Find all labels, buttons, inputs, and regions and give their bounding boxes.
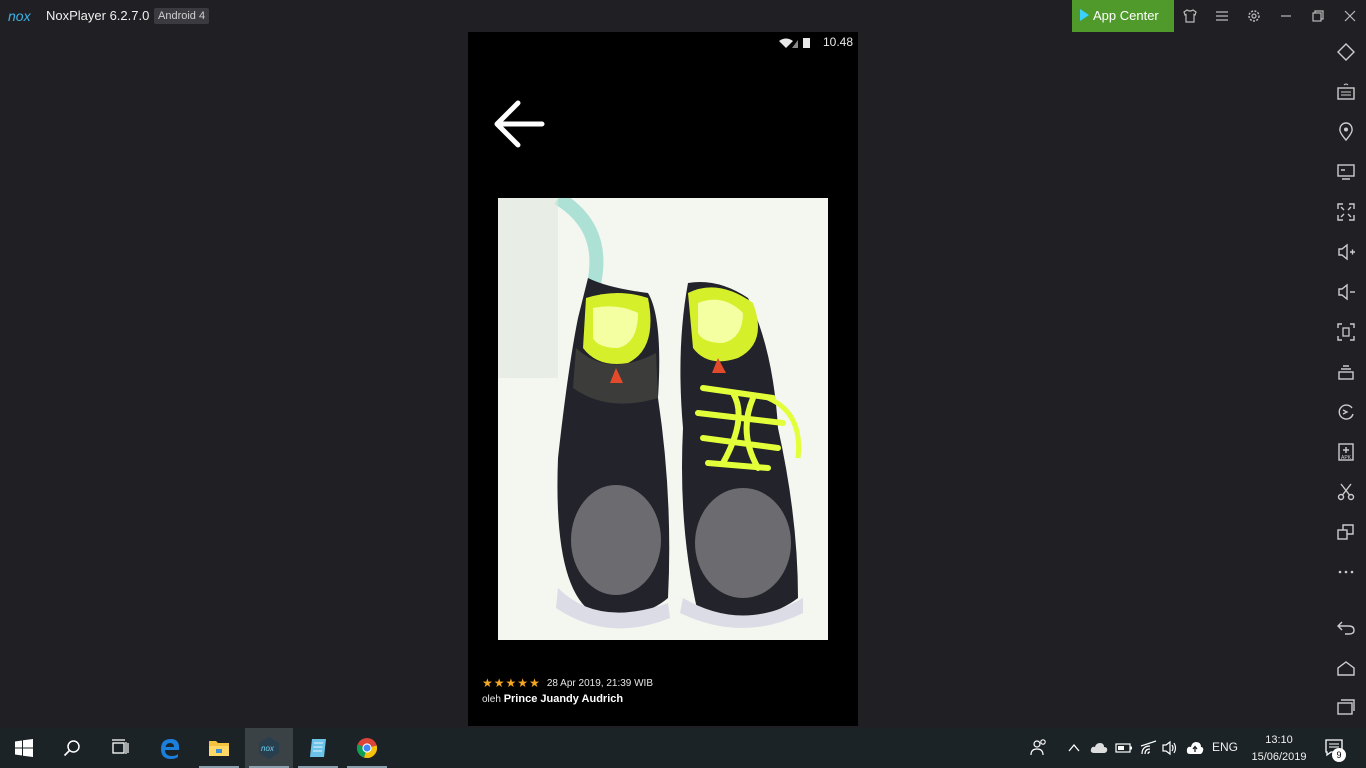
cloud-upload-icon[interactable] — [1186, 740, 1204, 756]
cut-icon[interactable] — [1336, 482, 1356, 502]
app-title: NoxPlayer 6.2.7.0 — [46, 8, 150, 23]
menu-icon[interactable] — [1212, 6, 1232, 26]
volume-up-icon[interactable] — [1336, 242, 1356, 262]
clock-time: 13:10 — [1265, 734, 1293, 746]
sneakers-image — [498, 198, 828, 640]
svg-text:APK: APK — [1341, 455, 1352, 461]
status-time: 10.48 — [822, 35, 853, 49]
more-icon[interactable] — [1336, 562, 1356, 582]
android-version-badge: Android 4 — [154, 8, 210, 24]
svg-text:nox: nox — [261, 744, 275, 753]
nox-icon: nox — [259, 737, 279, 759]
multi-instance-icon[interactable] — [1336, 362, 1356, 382]
battery-icon[interactable] — [1115, 741, 1133, 755]
nox-sidebar: APK — [1326, 32, 1366, 726]
nox-taskbar-button[interactable]: nox — [245, 728, 293, 768]
chevron-up-icon[interactable] — [1067, 741, 1081, 755]
android-screen[interactable]: 10.48 ★ ★ ★ ★ ★ 28 Apr 2019, 21:39 WIB o… — [468, 32, 858, 726]
star-icon: ★ — [505, 676, 517, 690]
status-icons — [778, 36, 818, 54]
wifi-signal-battery-icon — [779, 38, 810, 48]
file-explorer-button[interactable] — [195, 728, 243, 768]
review-author-line: oleh Prince Juandy Audrich — [482, 693, 623, 705]
clock-date: 15/06/2019 — [1251, 751, 1307, 763]
windows-taskbar: nox ENG 13:10 15/06/2019 — [0, 728, 1366, 768]
notification-count-badge: 9 — [1332, 748, 1346, 762]
app-center-label: App Center — [1093, 8, 1159, 23]
app-center-button[interactable]: App Center — [1072, 0, 1174, 32]
play-store-icon — [1080, 9, 1089, 21]
close-icon[interactable] — [1340, 6, 1360, 26]
sync-icon[interactable] — [1336, 402, 1356, 422]
notes-icon — [310, 739, 326, 757]
star-icon: ★ — [493, 676, 505, 690]
multi-window-icon[interactable] — [1336, 522, 1356, 542]
review-by-prefix: oleh — [482, 694, 501, 705]
title-bar: nox NoxPlayer 6.2.7.0 Android 4 App Cent… — [0, 0, 1366, 32]
file-explorer-icon — [209, 741, 229, 756]
search-icon — [63, 740, 80, 757]
home-icon[interactable] — [1336, 658, 1356, 678]
review-meta: ★ ★ ★ ★ ★ 28 Apr 2019, 21:39 WIB — [482, 676, 653, 690]
star-icon: ★ — [517, 676, 529, 690]
windows-start-icon — [15, 739, 33, 757]
minimize-icon[interactable] — [1276, 6, 1296, 26]
task-view-icon — [112, 739, 129, 754]
clock[interactable]: 13:10 15/06/2019 — [1248, 732, 1310, 766]
back-arrow-icon[interactable] — [490, 95, 550, 155]
recents-icon[interactable] — [1336, 697, 1356, 717]
screenshot-icon[interactable] — [1336, 322, 1356, 342]
location-icon[interactable] — [1336, 122, 1356, 142]
review-photo[interactable] — [498, 198, 828, 640]
star-icon: ★ — [482, 676, 493, 690]
nox-logo-icon: nox — [8, 8, 32, 24]
svg-text:nox: nox — [8, 8, 32, 24]
review-author: Prince Juandy Audrich — [503, 693, 624, 705]
wifi-icon[interactable] — [1140, 740, 1158, 756]
restore-icon[interactable] — [1308, 6, 1328, 26]
people-icon[interactable] — [1030, 738, 1048, 756]
keyboard-icon[interactable] — [1336, 82, 1356, 102]
screen-icon[interactable] — [1336, 162, 1356, 182]
settings-icon[interactable] — [1244, 6, 1264, 26]
edge-icon — [161, 739, 180, 759]
star-icon: ★ — [529, 676, 540, 690]
onedrive-icon[interactable] — [1090, 741, 1108, 755]
rotate-icon[interactable] — [1336, 42, 1356, 62]
skin-icon[interactable] — [1180, 6, 1200, 26]
notes-button[interactable] — [294, 728, 342, 768]
review-date: 28 Apr 2019, 21:39 WIB — [546, 677, 654, 689]
start-button[interactable] — [0, 728, 48, 768]
task-view-button[interactable] — [96, 728, 144, 768]
chrome-icon — [356, 738, 378, 758]
search-button[interactable] — [48, 728, 96, 768]
volume-icon[interactable] — [1162, 740, 1180, 756]
chrome-button[interactable] — [343, 728, 391, 768]
language-indicator[interactable]: ENG — [1212, 740, 1238, 754]
back-icon[interactable] — [1336, 617, 1356, 637]
fullscreen-icon[interactable] — [1336, 202, 1356, 222]
apk-install-icon[interactable]: APK — [1336, 442, 1356, 462]
volume-down-icon[interactable] — [1336, 282, 1356, 302]
edge-button[interactable] — [146, 728, 194, 768]
